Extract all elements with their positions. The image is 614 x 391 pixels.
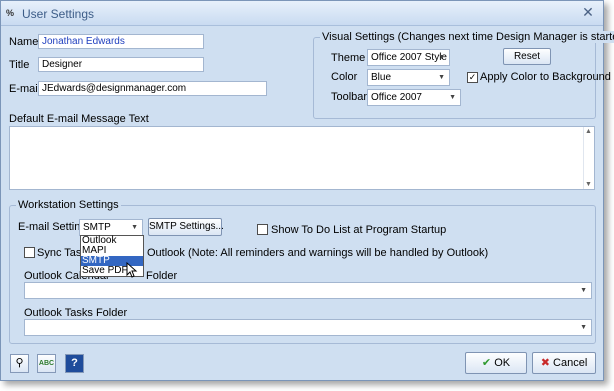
- combo-arrow-icon: ▼: [580, 324, 587, 331]
- color-select[interactable]: Blue ▼: [367, 69, 450, 86]
- toolbar-select[interactable]: Office 2007 ▼: [367, 89, 461, 106]
- window-title: User Settings: [22, 7, 95, 21]
- color-select-value: Blue: [371, 72, 392, 83]
- sync-tasks-label-end: Outlook (Note: All reminders and warning…: [147, 247, 489, 259]
- theme-label: Theme: [331, 52, 366, 64]
- theme-select-value: Office 2007 Style: [371, 52, 447, 63]
- visual-settings-group: Visual Settings (Changes next time Desig…: [313, 31, 614, 119]
- todo-label: Show To Do List at Program Startup: [271, 224, 447, 236]
- email-setting-label: E-mail Setting: [18, 221, 87, 233]
- cancel-label: Cancel: [553, 357, 588, 369]
- apply-color-checkbox[interactable]: ✓: [467, 72, 478, 83]
- apply-color-label: Apply Color to Background: [480, 71, 611, 83]
- title-bar[interactable]: % User Settings ✕: [1, 1, 603, 26]
- visual-settings-title: Visual Settings (Changes next time Desig…: [320, 31, 614, 43]
- ok-button[interactable]: ✔ OK: [465, 352, 527, 374]
- message-textarea[interactable]: ▲ ▼: [9, 126, 595, 190]
- workstation-settings-group: Workstation Settings E-mail Setting SMTP…: [9, 199, 596, 344]
- tasks-folder-select[interactable]: ▼: [24, 319, 592, 336]
- combo-arrow-icon: ▼: [438, 74, 445, 81]
- search-key-glyph: ⚲: [15, 357, 24, 369]
- scroll-down-icon[interactable]: ▼: [585, 181, 592, 188]
- theme-select[interactable]: Office 2007 Style ▼: [367, 49, 450, 66]
- window-icon: %: [6, 8, 15, 18]
- title-label: Title: [9, 59, 30, 71]
- email-setting-value: SMTP: [83, 222, 111, 233]
- user-settings-window: % User Settings ✕ Name Jonathan Edwards …: [0, 0, 614, 381]
- help-glyph: ?: [71, 357, 78, 369]
- name-label: Name: [9, 36, 39, 48]
- calendar-folder-label-end: Folder: [146, 270, 178, 282]
- ok-label: OK: [494, 357, 511, 369]
- combo-arrow-icon: ▼: [131, 224, 138, 231]
- scroll-up-icon[interactable]: ▲: [585, 128, 592, 135]
- title-field[interactable]: Designer: [38, 57, 204, 72]
- reset-button[interactable]: Reset: [503, 48, 551, 65]
- smtp-settings-button[interactable]: SMTP Settings...: [148, 218, 224, 236]
- combo-arrow-icon: ▼: [449, 94, 456, 101]
- combo-arrow-icon: ▼: [580, 287, 587, 294]
- spellcheck-glyph: ABC: [38, 360, 55, 367]
- search-key-icon[interactable]: ⚲: [10, 354, 29, 373]
- combo-arrow-icon: ▼: [438, 54, 445, 61]
- toolbar-label: Toolbar: [331, 91, 368, 103]
- help-icon[interactable]: ?: [65, 354, 84, 373]
- cancel-button[interactable]: ✖ Cancel: [532, 352, 596, 374]
- email-field[interactable]: JEdwards@designmanager.com: [38, 81, 267, 96]
- name-field[interactable]: Jonathan Edwards: [38, 34, 204, 49]
- email-setting-select[interactable]: SMTP ▼: [79, 219, 143, 236]
- sync-tasks-checkbox[interactable]: [24, 247, 35, 258]
- spellcheck-icon[interactable]: ABC: [37, 354, 56, 373]
- workstation-settings-title: Workstation Settings: [16, 199, 121, 211]
- toolbar-select-value: Office 2007: [371, 92, 422, 103]
- message-scrollbar[interactable]: ▲ ▼: [583, 127, 594, 189]
- message-label: Default E-mail Message Text: [9, 113, 149, 125]
- color-label: Color: [331, 71, 358, 83]
- email-label: E-mail: [9, 83, 41, 95]
- ok-check-icon: ✔: [481, 357, 492, 369]
- mouse-cursor-icon: [126, 262, 138, 278]
- tasks-folder-label: Outlook Tasks Folder: [24, 307, 128, 319]
- calendar-folder-select[interactable]: ▼: [24, 282, 592, 299]
- todo-checkbox[interactable]: [257, 224, 268, 235]
- close-icon[interactable]: ✕: [581, 5, 595, 19]
- cancel-x-icon: ✖: [540, 357, 550, 369]
